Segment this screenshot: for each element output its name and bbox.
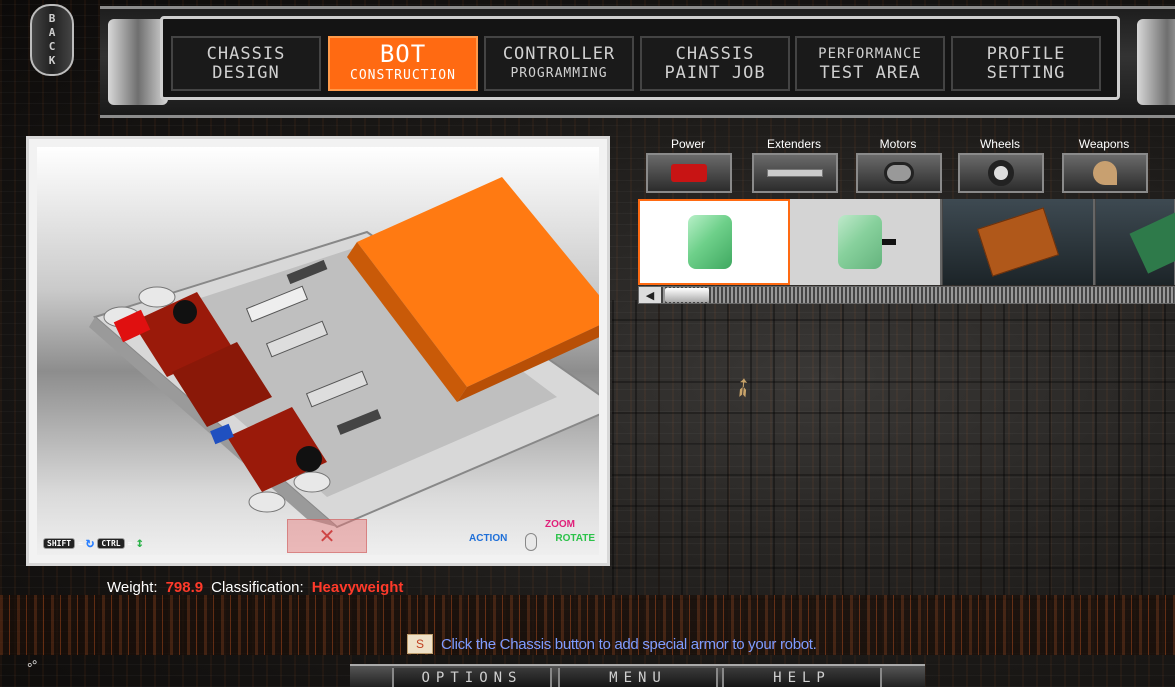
tab-chassis-design[interactable]: CHASSIS DESIGN bbox=[171, 36, 321, 91]
parts-scrollbar[interactable]: ◀ bbox=[638, 286, 1175, 304]
wheel-icon bbox=[958, 153, 1044, 193]
tip-icon: S bbox=[407, 634, 433, 654]
category-extenders[interactable]: Extenders bbox=[744, 136, 844, 196]
tab-label-line1: BOT bbox=[379, 40, 427, 68]
part-battery-small[interactable] bbox=[638, 199, 790, 285]
battery-icon bbox=[646, 153, 732, 193]
circuit-board-icon bbox=[1129, 208, 1175, 274]
robot-stats: Weight: 798.9 Classification: Heavyweigh… bbox=[107, 579, 403, 596]
circuit-board-icon bbox=[976, 207, 1060, 277]
part-categories: Power Extenders Motors Wheels Weapons bbox=[638, 136, 1175, 196]
move-up-icon: ↕ bbox=[135, 535, 144, 551]
part-battery-with-connector[interactable] bbox=[790, 199, 942, 285]
tab-label-line1: PROFILE bbox=[986, 43, 1066, 64]
tab-label-line2: PROGRAMMING bbox=[510, 65, 608, 81]
tab-label-line2: TEST AREA bbox=[819, 62, 921, 83]
tab-label-line1: CHASSIS bbox=[206, 43, 286, 64]
part-circuit-board-green[interactable] bbox=[1096, 199, 1175, 285]
tab-label-line2: CONSTRUCTION bbox=[350, 68, 456, 83]
part-circuit-board-orange[interactable] bbox=[943, 199, 1095, 285]
connector-icon bbox=[882, 239, 896, 245]
back-button[interactable]: BACK bbox=[30, 4, 74, 76]
wrench-icon[interactable]: ✕ bbox=[287, 519, 367, 553]
tab-profile-setting[interactable]: PROFILE SETTING bbox=[951, 36, 1101, 91]
action-hint: ACTION bbox=[469, 533, 508, 544]
scroll-left-arrow-icon[interactable]: ◀ bbox=[639, 287, 661, 303]
robot-3d-viewport[interactable]: SHIFT = ↻ CTRL = ↕ ✕ ZOOM ACTION ROTATE bbox=[26, 136, 610, 566]
weapon-icon bbox=[1062, 153, 1148, 193]
mouse-legend: ZOOM ACTION ROTATE bbox=[469, 519, 595, 553]
tab-controller-programming[interactable]: CONTROLLER PROGRAMMING bbox=[484, 36, 634, 91]
category-label: Wheels bbox=[979, 137, 1020, 151]
options-button[interactable]: OPTIONS bbox=[392, 668, 552, 687]
scroll-thumb[interactable] bbox=[665, 288, 709, 302]
tab-performance-test-area[interactable]: PERFORMANCE TEST AREA bbox=[795, 36, 945, 91]
rotate-icon: ↻ bbox=[85, 535, 95, 551]
category-label: Motors bbox=[879, 137, 917, 151]
classification-value: Heavyweight bbox=[311, 579, 404, 596]
category-motors[interactable]: Motors bbox=[848, 136, 948, 196]
mouse-icon bbox=[525, 533, 537, 551]
tab-label-line1: CHASSIS bbox=[675, 43, 755, 64]
category-wheels[interactable]: Wheels bbox=[950, 136, 1050, 196]
category-label: Power bbox=[670, 137, 705, 151]
category-label: Extenders bbox=[766, 137, 822, 151]
classification-label: Classification: bbox=[211, 579, 304, 596]
tab-chassis-paint-job[interactable]: CHASSIS PAINT JOB bbox=[640, 36, 790, 91]
rotate-hint: ROTATE bbox=[555, 533, 595, 544]
view-controls-hint: SHIFT = ↻ CTRL = ↕ bbox=[43, 535, 144, 551]
help-button[interactable]: HELP bbox=[722, 668, 882, 687]
ctrl-key-hint: CTRL bbox=[97, 537, 125, 549]
tab-label-line2: DESIGN bbox=[212, 62, 280, 83]
parts-list bbox=[638, 199, 1175, 285]
tip-text: Click the Chassis button to add special … bbox=[441, 635, 817, 653]
category-weapons[interactable]: Weapons bbox=[1054, 136, 1154, 196]
tab-label-line1: PERFORMANCE bbox=[818, 45, 922, 62]
weight-value: 798.9 bbox=[165, 579, 204, 596]
motor-icon bbox=[856, 153, 942, 193]
battery-icon bbox=[688, 215, 732, 269]
shift-key-hint: SHIFT bbox=[43, 537, 76, 549]
tab-label-line2: SETTING bbox=[986, 62, 1066, 83]
tab-label-line1: CONTROLLER bbox=[502, 43, 616, 64]
viewport-canvas[interactable]: SHIFT = ↻ CTRL = ↕ ✕ ZOOM ACTION ROTATE bbox=[37, 147, 599, 555]
weight-label: Weight: bbox=[107, 579, 158, 596]
tip-bar: S Click the Chassis button to add specia… bbox=[407, 634, 817, 654]
robot-model[interactable] bbox=[37, 147, 599, 555]
category-label: Weapons bbox=[1078, 137, 1130, 151]
tab-label-line2: PAINT JOB bbox=[664, 62, 766, 83]
tab-bot-construction[interactable]: BOT CONSTRUCTION bbox=[328, 36, 478, 91]
circuit-traces bbox=[612, 300, 1175, 600]
extender-bar-icon bbox=[752, 153, 838, 193]
zoom-hint: ZOOM bbox=[545, 519, 575, 530]
back-label: BACK bbox=[45, 12, 59, 68]
menu-button[interactable]: MENU bbox=[558, 668, 718, 687]
battery-icon bbox=[838, 215, 882, 269]
category-power[interactable]: Power bbox=[638, 136, 738, 196]
